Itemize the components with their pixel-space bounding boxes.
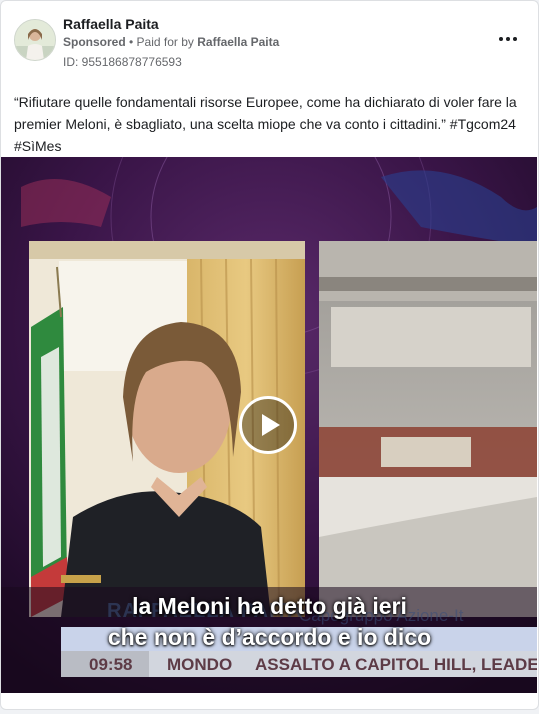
caption-line: “Rifiutare quelle fondamentali risorse E…	[14, 94, 517, 110]
ticker-time: 09:58	[89, 655, 133, 674]
more-horizontal-icon	[513, 37, 517, 41]
ticker-headline: ASSALTO A CAPITOL HILL, LEADER ES	[255, 655, 537, 674]
caption-line: #SìMes	[14, 138, 62, 154]
more-horizontal-icon	[499, 37, 503, 41]
page-avatar[interactable]	[14, 19, 56, 61]
caption-line: premier Meloni, è sbagliato, una scelta …	[14, 116, 516, 132]
sponsored-meta: Sponsored • Paid for by Raffaella Paita	[63, 35, 279, 49]
paid-for-name: Raffaella Paita	[197, 35, 280, 49]
ticker-category: MONDO	[167, 655, 233, 674]
play-icon	[261, 414, 280, 436]
page-name-link[interactable]: Raffaella Paita	[63, 16, 159, 32]
meta-separator: •	[125, 35, 137, 49]
video-player[interactable]: RAFFAELLA PAITA Capogruppo Azione-It 09:…	[1, 157, 537, 693]
play-button[interactable]	[239, 396, 297, 454]
more-options-button[interactable]	[495, 29, 521, 49]
video-subtitle-line-1: la Meloni ha detto già ieri	[132, 593, 407, 619]
paid-for-prefix: Paid for by	[136, 35, 198, 49]
sponsored-label: Sponsored	[63, 35, 126, 49]
more-horizontal-icon	[506, 37, 510, 41]
video-subtitle-line-2: che non è d’accordo e io dico	[107, 624, 432, 650]
ad-id: ID: 955186878776593	[63, 55, 182, 69]
post-caption: “Rifiutare quelle fondamentali risorse E…	[14, 91, 528, 157]
